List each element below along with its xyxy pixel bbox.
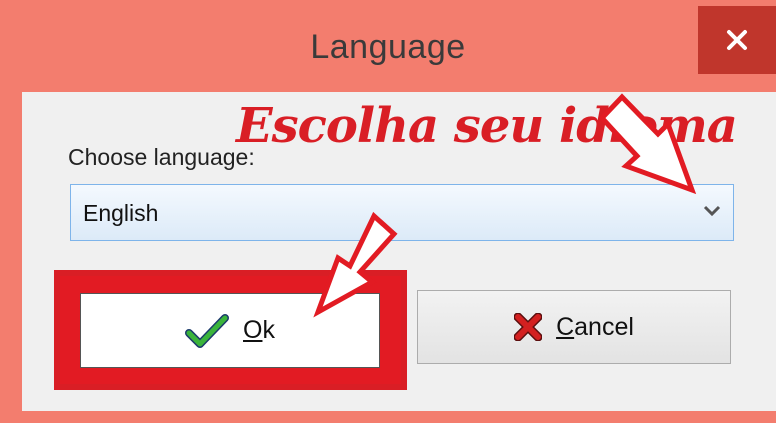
close-icon xyxy=(727,30,747,50)
cancel-label: Cancel xyxy=(556,312,634,341)
chevron-down-icon[interactable] xyxy=(703,204,721,218)
choose-language-label: Choose language: xyxy=(68,144,255,170)
close-button[interactable] xyxy=(698,6,776,74)
language-dialog: Language Choose language: English Ok Can… xyxy=(0,0,776,423)
window-title: Language xyxy=(310,28,466,66)
annotation-arrow-to-ok-icon xyxy=(313,211,398,318)
title-bar[interactable]: Language xyxy=(0,0,776,92)
cancel-button[interactable]: Cancel xyxy=(417,290,731,364)
annotation-arrow-to-dropdown-icon xyxy=(600,93,697,195)
ok-label: Ok xyxy=(243,316,275,344)
selected-language: English xyxy=(83,200,159,226)
red-x-icon xyxy=(514,313,543,341)
green-checkmark-icon xyxy=(185,313,230,349)
